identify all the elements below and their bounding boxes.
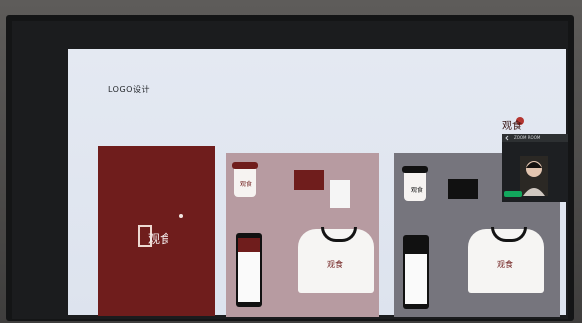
presentation-slide: LOGO设计 观食 观食 观食 观食 观食 观食 <box>68 49 566 317</box>
cup-lid <box>232 162 258 169</box>
cup-lid-dark <box>402 166 428 173</box>
tshirt-collar <box>321 227 357 242</box>
slide-title: LOGO设计 <box>108 85 150 94</box>
phone-mockup-gray-panel <box>403 235 429 309</box>
tshirt-logo: 观食 <box>327 260 343 269</box>
tshirt-collar-gray-panel <box>491 227 527 242</box>
phone-header <box>238 238 260 252</box>
phone-mockup <box>236 233 262 307</box>
business-card-white <box>330 180 350 208</box>
cup-mark: 观食 <box>411 187 424 194</box>
monitor-screen: LOGO设计 观食 观食 观食 观食 观食 观食 ZOOM ROOM <box>12 21 568 319</box>
svg-text:观食: 观食 <box>148 231 168 246</box>
chevron-left-icon[interactable] <box>504 135 510 141</box>
mockup-panel-pink: 观食 观食 <box>226 153 379 317</box>
video-tile-title: ZOOM ROOM <box>514 135 541 140</box>
participant-video <box>520 156 548 196</box>
card-logo: 观食 <box>138 225 168 247</box>
phone-screen <box>238 238 260 302</box>
brand-seal-logo: 观食 <box>502 117 524 132</box>
phone-screen-gray-panel <box>405 240 427 304</box>
decorative-dot <box>179 214 183 218</box>
business-card-black <box>448 179 478 199</box>
business-card-red <box>294 170 324 190</box>
coffee-cup: 观食 <box>232 162 258 197</box>
tshirt-gray-panel: 观食 <box>468 227 544 293</box>
tshirt-logo-gray-panel: 观食 <box>497 260 513 269</box>
coffee-cup-gray-panel: 观食 <box>402 166 428 201</box>
cup-logo: 观食 <box>240 181 253 188</box>
tshirt-white: 观食 <box>298 227 374 293</box>
red-brand-card: 观食 <box>98 146 215 316</box>
microphone-icon[interactable] <box>504 191 522 197</box>
svg-text:观食: 观食 <box>502 119 522 132</box>
phone-header-dark <box>405 240 427 254</box>
participant-video-tile[interactable]: ZOOM ROOM <box>502 134 568 202</box>
video-title-bar: ZOOM ROOM <box>502 134 568 142</box>
